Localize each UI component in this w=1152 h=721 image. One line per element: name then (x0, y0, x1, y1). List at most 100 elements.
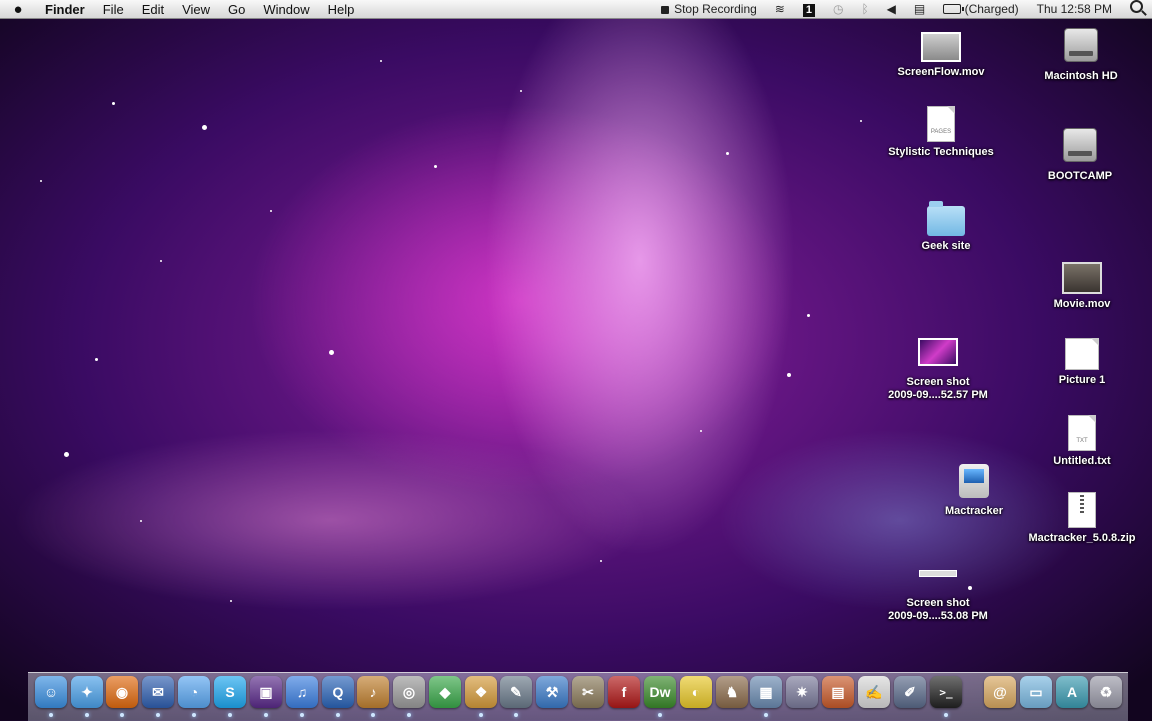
dock-skype-icon[interactable]: S (214, 676, 246, 708)
dock-safari-icon[interactable]: ✦ (71, 676, 103, 708)
star (140, 520, 142, 522)
star (787, 373, 791, 377)
dock-finder-icon[interactable]: ☺ (35, 676, 67, 708)
volume-icon[interactable]: ◀ (887, 0, 896, 19)
star (202, 125, 207, 130)
dock-imovie-icon[interactable]: ✷ (786, 676, 818, 708)
desktop-icon-picture-1[interactable]: Picture 1 (1022, 338, 1142, 387)
desktop-icon-bootcamp[interactable]: BOOTCAMP (1020, 128, 1140, 183)
star (600, 560, 602, 562)
dock-gimp-icon[interactable]: ✂ (572, 676, 604, 708)
desktop-icon-mactracker[interactable]: Mactracker (914, 464, 1034, 518)
dock-thunderbird-icon[interactable]: ✉ (142, 676, 174, 708)
icon-label: Macintosh HD (1044, 70, 1118, 82)
icon-label: Geek site (921, 240, 971, 252)
running-indicator (336, 713, 340, 717)
icon-label: Screen shot (906, 376, 970, 388)
desktop-icon-movie[interactable]: Movie.mov (1022, 262, 1142, 311)
dock-cyberduck-icon[interactable]: ◐ (680, 676, 712, 708)
icon-label: Mactracker (944, 505, 1004, 517)
star (112, 102, 115, 105)
dock-quicktime-icon[interactable]: Q (322, 676, 354, 708)
zip-archive-icon (1068, 492, 1096, 528)
running-indicator (228, 713, 232, 717)
dock-firefox-icon[interactable]: ◉ (106, 676, 138, 708)
wifi-icon[interactable]: ≋ (775, 0, 785, 19)
star (160, 260, 162, 262)
desktop-icon-stylistic-techniques[interactable]: PAGES Stylistic Techniques (881, 106, 1001, 159)
running-indicator (371, 713, 375, 717)
star (860, 120, 862, 122)
dock-trash-icon[interactable]: ♻ (1090, 676, 1122, 708)
image-file-icon (1065, 338, 1099, 370)
dock-chess-icon[interactable]: ♞ (716, 676, 748, 708)
battery-status[interactable]: (Charged) (943, 0, 1019, 19)
dock-keynote-icon[interactable]: ▤ (822, 676, 854, 708)
dock-script-editor-icon[interactable]: ✐ (894, 676, 926, 708)
menu-go[interactable]: Go (219, 0, 254, 19)
star (520, 90, 522, 92)
image-file-icon (918, 338, 958, 366)
star (700, 430, 702, 432)
desktop-icon-mactracker-zip[interactable]: Mactracker_5.0.8.zip (1022, 492, 1142, 545)
apple-menu-icon[interactable]: ● (0, 0, 36, 19)
dock-documents-folder-icon[interactable]: ▭ (1020, 676, 1052, 708)
spotlight-icon[interactable] (1130, 0, 1143, 19)
running-indicator (85, 713, 89, 717)
dock-garageband-icon[interactable]: ♪ (357, 676, 389, 708)
dock-itunes-icon[interactable]: ♫ (286, 676, 318, 708)
desktop-icon-geek-site[interactable]: Geek site (886, 201, 1006, 253)
star (64, 452, 69, 457)
spaces-indicator[interactable]: 1 (802, 0, 815, 19)
spaces-number: 1 (802, 4, 815, 17)
star (380, 60, 382, 62)
menu-file[interactable]: File (94, 0, 133, 19)
dock-dvd-player-icon[interactable]: ◎ (393, 676, 425, 708)
dock-ichat-icon[interactable]: ◔ (178, 676, 210, 708)
bluetooth-icon[interactable]: ᛒ (861, 0, 868, 19)
battery-icon (943, 4, 965, 14)
stop-recording-button[interactable]: Stop Recording (661, 0, 757, 19)
dock-iphoto-icon[interactable]: ▦ (750, 676, 782, 708)
menu-help[interactable]: Help (319, 0, 364, 19)
dock-screenflow-icon[interactable]: ▣ (250, 676, 282, 708)
desktop-icon-untitled-txt[interactable]: TXT Untitled.txt (1022, 415, 1142, 468)
text-file-icon: TXT (1068, 415, 1096, 451)
dock-dreamweaver-icon[interactable]: Dw (644, 676, 676, 708)
menu-app-finder[interactable]: Finder (36, 0, 94, 19)
desktop-icon-screenshot-2[interactable]: Screen shot 2009-09....53.08 PM (878, 570, 998, 623)
running-indicator (120, 713, 124, 717)
time-machine-icon[interactable]: ◷ (833, 0, 843, 19)
dock-sims-icon[interactable]: ◆ (429, 676, 461, 708)
icon-label: ScreenFlow.mov (897, 66, 985, 78)
hard-drive-icon (1063, 128, 1097, 162)
star (329, 350, 334, 355)
star (230, 600, 232, 602)
menu-window[interactable]: Window (254, 0, 318, 19)
running-indicator (479, 713, 483, 717)
dock-terminal-icon[interactable]: >_ (930, 676, 962, 708)
desktop-icon-screenflow[interactable]: ScreenFlow.mov (881, 32, 1001, 79)
clock[interactable]: Thu 12:58 PM (1037, 0, 1112, 19)
icon-label: 2009-09....52.57 PM (888, 389, 988, 401)
dock-preview-icon[interactable]: ❖ (465, 676, 497, 708)
dock-flash-icon[interactable]: f (608, 676, 640, 708)
menu-bar: ● Finder File Edit View Go Window Help S… (0, 0, 1152, 19)
desktop-icon-screenshot-1[interactable]: Screen shot 2009-09....52.57 PM (878, 338, 998, 402)
dock-mail-folder-icon[interactable]: @ (984, 676, 1016, 708)
running-indicator (264, 713, 268, 717)
running-indicator (49, 713, 53, 717)
dock-photo-booth-icon[interactable]: ✎ (500, 676, 532, 708)
dock-textedit-icon[interactable]: ✍ (858, 676, 890, 708)
movie-file-icon (921, 32, 961, 62)
menu-view[interactable]: View (173, 0, 219, 19)
dock-applications-folder-icon[interactable]: A (1056, 676, 1088, 708)
mactracker-app-icon (959, 464, 989, 498)
desktop-icon-macintosh-hd[interactable]: Macintosh HD (1021, 28, 1141, 83)
menu-edit[interactable]: Edit (133, 0, 173, 19)
keyboard-viewer-icon[interactable]: ▤ (914, 0, 925, 19)
icon-label: BOOTCAMP (1047, 170, 1113, 182)
star (40, 180, 42, 182)
dock-xcode-icon[interactable]: ⚒ (536, 676, 568, 708)
star (434, 165, 437, 168)
